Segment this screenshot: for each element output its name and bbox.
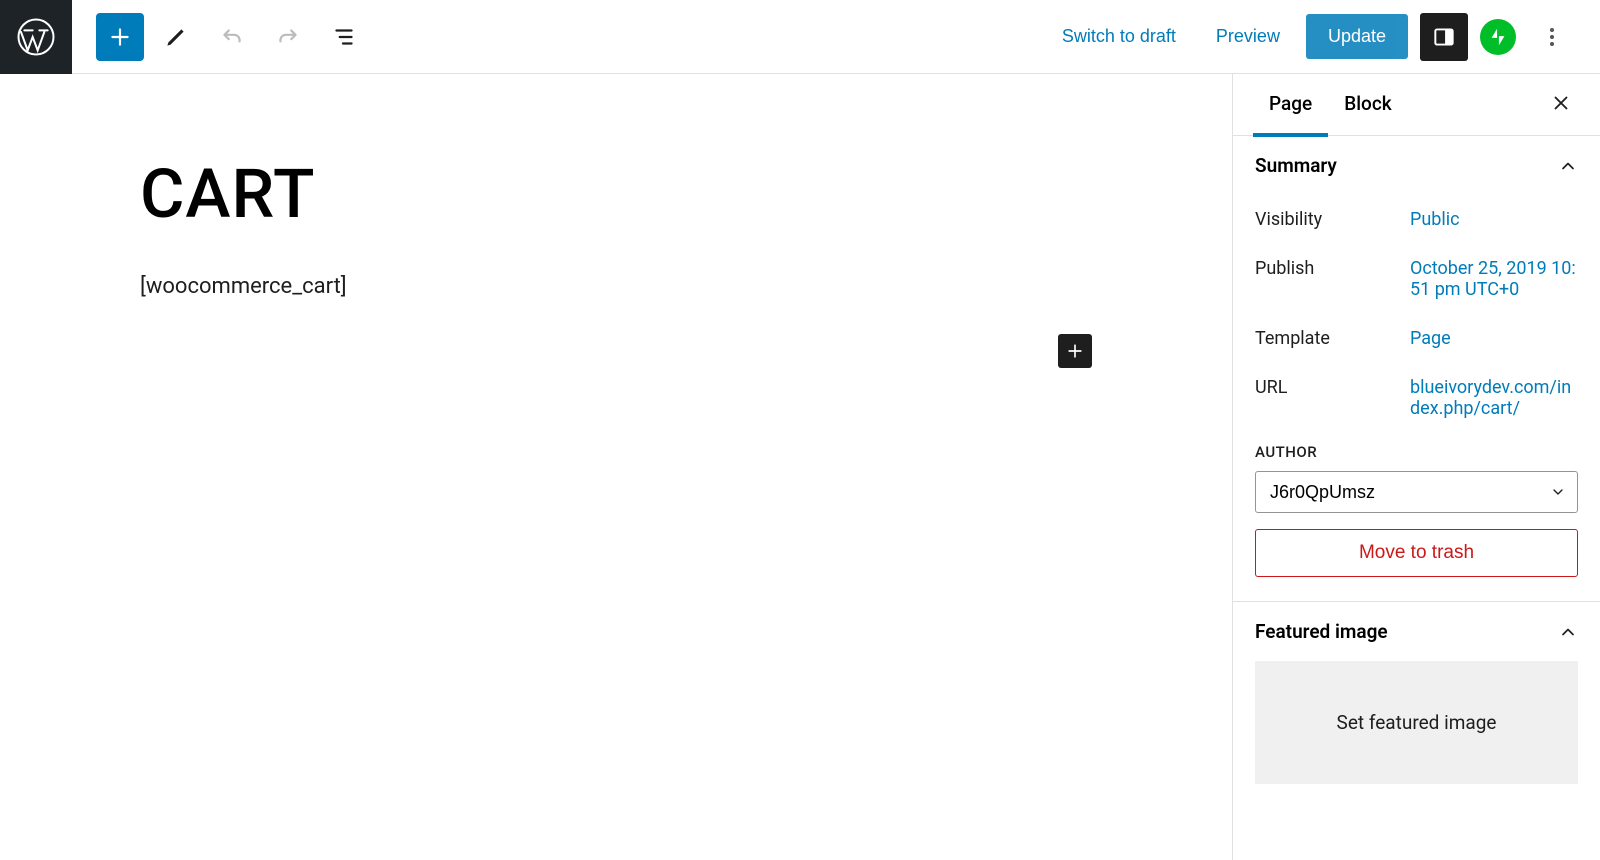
publish-label: Publish <box>1255 258 1410 279</box>
page-content-block[interactable]: [woocommerce_cart] <box>140 274 1092 299</box>
update-button[interactable]: Update <box>1306 14 1408 59</box>
publish-row: Publish October 25, 2019 10:51 pm UTC+0 <box>1255 244 1578 314</box>
summary-heading: Summary <box>1255 154 1337 177</box>
main: CART [woocommerce_cart] Page Block Summa… <box>0 74 1600 860</box>
page-title[interactable]: CART <box>140 154 1092 234</box>
visibility-value[interactable]: Public <box>1410 209 1460 230</box>
wordpress-logo[interactable] <box>0 0 72 74</box>
switch-to-draft-button[interactable]: Switch to draft <box>1048 16 1190 57</box>
author-select[interactable]: J6r0QpUmsz <box>1255 471 1578 513</box>
visibility-label: Visibility <box>1255 209 1410 230</box>
plus-icon <box>107 24 133 50</box>
toolbar-right: Switch to draft Preview Update <box>1048 13 1600 61</box>
close-sidebar-button[interactable] <box>1542 84 1580 126</box>
list-view-icon <box>331 24 357 50</box>
toolbar-left <box>72 13 368 61</box>
set-featured-image-button[interactable]: Set featured image <box>1255 661 1578 784</box>
sidebar-icon <box>1431 24 1457 50</box>
editor-canvas[interactable]: CART [woocommerce_cart] <box>0 74 1232 860</box>
url-row: URL blueivorydev.com/index.php/cart/ <box>1255 363 1578 433</box>
preview-button[interactable]: Preview <box>1202 16 1294 57</box>
block-inserter-button[interactable] <box>1058 334 1092 368</box>
chevron-up-icon <box>1558 622 1578 642</box>
summary-panel-header[interactable]: Summary <box>1233 136 1600 195</box>
pencil-icon <box>163 24 189 50</box>
move-to-trash-button[interactable]: Move to trash <box>1255 529 1578 577</box>
url-label: URL <box>1255 377 1410 398</box>
author-select-wrap: J6r0QpUmsz <box>1255 471 1578 513</box>
template-row: Template Page <box>1255 314 1578 363</box>
publish-value[interactable]: October 25, 2019 10:51 pm UTC+0 <box>1410 258 1578 300</box>
jetpack-button[interactable] <box>1480 19 1516 55</box>
plus-icon <box>1065 341 1085 361</box>
url-value[interactable]: blueivorydev.com/index.php/cart/ <box>1410 377 1578 419</box>
close-icon <box>1550 92 1572 114</box>
tab-page[interactable]: Page <box>1253 74 1328 137</box>
redo-button[interactable] <box>264 13 312 61</box>
author-label: AUTHOR <box>1255 443 1578 461</box>
wordpress-icon <box>16 17 56 57</box>
add-block-button[interactable] <box>96 13 144 61</box>
chevron-up-icon <box>1558 156 1578 176</box>
undo-button[interactable] <box>208 13 256 61</box>
undo-icon <box>219 24 245 50</box>
redo-icon <box>275 24 301 50</box>
settings-sidebar-toggle[interactable] <box>1420 13 1468 61</box>
featured-image-heading: Featured image <box>1255 620 1388 643</box>
template-label: Template <box>1255 328 1410 349</box>
document-overview-button[interactable] <box>320 13 368 61</box>
sidebar-tabs: Page Block <box>1233 74 1600 136</box>
jetpack-icon <box>1487 26 1509 48</box>
tab-block[interactable]: Block <box>1328 74 1407 137</box>
kebab-icon <box>1540 25 1564 49</box>
template-value[interactable]: Page <box>1410 328 1451 349</box>
edit-mode-button[interactable] <box>152 13 200 61</box>
topbar: Switch to draft Preview Update <box>0 0 1600 74</box>
featured-image-panel-header[interactable]: Featured image <box>1233 602 1600 661</box>
settings-sidebar: Page Block Summary Visibility Public Pub… <box>1232 74 1600 860</box>
summary-panel: Visibility Public Publish October 25, 20… <box>1233 195 1600 601</box>
visibility-row: Visibility Public <box>1255 195 1578 244</box>
more-options-button[interactable] <box>1528 13 1576 61</box>
